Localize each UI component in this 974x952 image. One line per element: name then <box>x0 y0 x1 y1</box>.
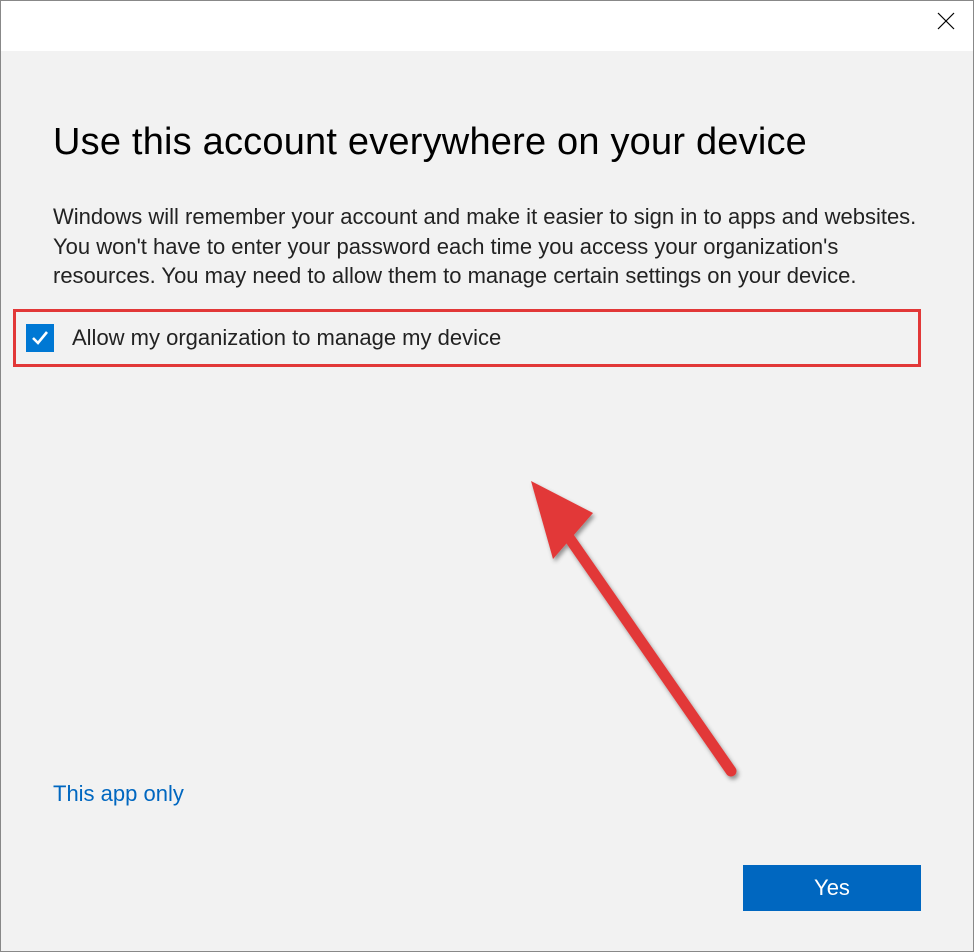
annotation-highlight-box: Allow my organization to manage my devic… <box>13 309 921 367</box>
close-button[interactable] <box>919 1 973 41</box>
close-icon <box>937 12 955 30</box>
button-row: Yes <box>53 865 921 911</box>
description-text: Windows will remember your account and m… <box>53 202 921 291</box>
page-title: Use this account everywhere on your devi… <box>53 121 921 164</box>
titlebar <box>1 1 973 51</box>
this-app-only-link[interactable]: This app only <box>53 781 184 807</box>
checkbox-label: Allow my organization to manage my devic… <box>72 325 501 351</box>
dialog-footer: This app only Yes <box>53 781 921 911</box>
checkmark-icon <box>30 328 50 348</box>
yes-button[interactable]: Yes <box>743 865 921 911</box>
dialog-body: Use this account everywhere on your devi… <box>1 51 973 951</box>
annotation-arrow-icon <box>501 451 801 801</box>
dialog-window: Use this account everywhere on your devi… <box>0 0 974 952</box>
allow-manage-checkbox[interactable] <box>26 324 54 352</box>
